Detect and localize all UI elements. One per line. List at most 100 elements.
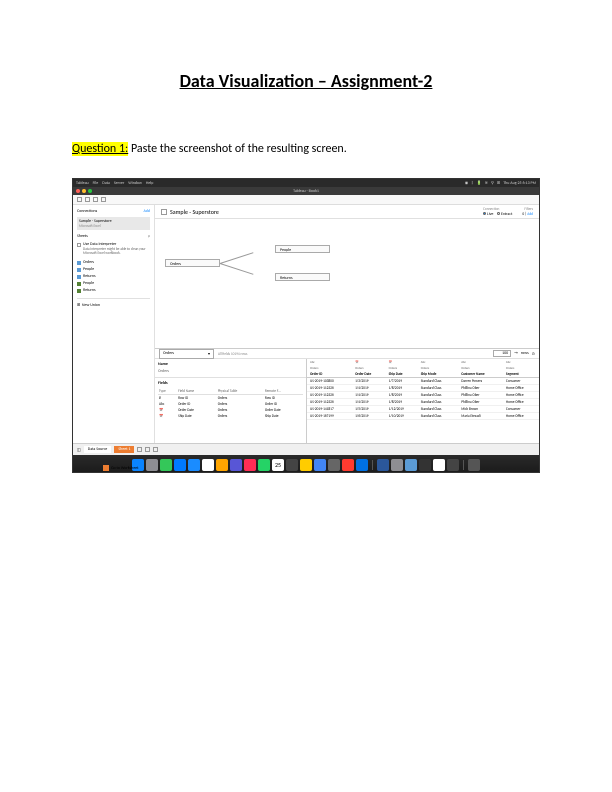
data-row: US-2019-1123261/4/20191/8/2019Standard C… bbox=[307, 392, 539, 399]
search-icon[interactable]: ⚲ bbox=[491, 180, 494, 186]
union-icon: ⊞ bbox=[77, 302, 81, 306]
menu-window[interactable]: Window bbox=[128, 181, 142, 186]
name-value: Orders bbox=[158, 369, 303, 374]
rows-input[interactable]: 100 bbox=[493, 350, 511, 357]
clock[interactable]: Thu Aug 25 6:13 PM bbox=[503, 181, 536, 186]
notes-icon[interactable] bbox=[300, 459, 312, 471]
word-icon[interactable] bbox=[377, 459, 389, 471]
calendar-icon[interactable]: 25 bbox=[272, 459, 284, 471]
control-center-icon[interactable]: ⊞ bbox=[497, 180, 500, 186]
photos-icon[interactable] bbox=[216, 459, 228, 471]
window-titlebar: Tableau - Book1 bbox=[73, 187, 539, 195]
battery-icon[interactable]: 🔋 bbox=[477, 180, 482, 186]
data-row: US-2019-1123261/4/20191/8/2019Standard C… bbox=[307, 385, 539, 392]
fields-table: Type Field Name Physical Table Remote F.… bbox=[158, 388, 303, 419]
menubar-right: ◉ ᛒ 🔋 ≋ ⚲ ⊞ Thu Aug 25 6:13 PM bbox=[465, 180, 536, 186]
table-dropdown[interactable]: Orders ▾ bbox=[159, 349, 214, 359]
live-radio[interactable] bbox=[483, 212, 486, 215]
safari-icon[interactable] bbox=[174, 459, 186, 471]
filters-add-link[interactable]: Add bbox=[527, 212, 533, 216]
maps-icon[interactable] bbox=[202, 459, 214, 471]
sheet-orders[interactable]: Orders bbox=[77, 259, 150, 266]
minimize-window-button[interactable] bbox=[82, 189, 86, 193]
macos-dock: 25 bbox=[73, 455, 539, 473]
connections-panel: Connections Add Sample - Superstore Micr… bbox=[73, 205, 155, 443]
sheet-returns-named[interactable]: Returns bbox=[77, 287, 150, 294]
grid-metadata-panel: Name Orders Fields Type Field Name Physi… bbox=[155, 359, 307, 443]
terminal-icon[interactable] bbox=[328, 459, 340, 471]
forward-icon[interactable] bbox=[85, 197, 90, 202]
join-canvas[interactable]: Orders People Returns bbox=[155, 219, 539, 348]
tableau-toolbar bbox=[73, 195, 539, 205]
name-label: Name bbox=[158, 362, 303, 367]
settings-icon[interactable] bbox=[146, 459, 158, 471]
whatsapp-icon[interactable] bbox=[258, 459, 270, 471]
interpreter-checkbox[interactable] bbox=[77, 243, 81, 247]
field-row: 📅Ship DateOrdersShip Date bbox=[158, 413, 303, 419]
extract-radio[interactable] bbox=[497, 212, 500, 215]
canvas-orders[interactable]: Orders bbox=[165, 259, 220, 267]
datasource-icon bbox=[161, 209, 167, 215]
close-window-button[interactable] bbox=[76, 189, 80, 193]
music-icon[interactable] bbox=[244, 459, 256, 471]
new-union-item[interactable]: ⊞ New Union bbox=[77, 298, 150, 308]
connection-item[interactable]: Sample - Superstore Microsoft Excel bbox=[77, 217, 150, 230]
bottom-tabs: ◫ Data Source Sheet 1 bbox=[73, 443, 539, 455]
wifi-icon[interactable]: ≋ bbox=[485, 180, 488, 186]
tableau-icon[interactable] bbox=[405, 459, 417, 471]
menu-server[interactable]: Server bbox=[114, 181, 124, 186]
shield-icon[interactable]: ◉ bbox=[465, 180, 469, 186]
datasource-header: Sample - Superstore Connection Live Extr… bbox=[155, 205, 539, 219]
chrome-icon[interactable] bbox=[314, 459, 326, 471]
named-range-icon bbox=[77, 289, 81, 293]
save-icon[interactable] bbox=[93, 197, 98, 202]
data-row: US-2019-1671991/6/20191/10/2019Standard … bbox=[307, 413, 539, 420]
facetime-icon[interactable] bbox=[230, 459, 242, 471]
tab-data-source[interactable]: Data Source bbox=[84, 446, 112, 453]
messages-icon[interactable] bbox=[160, 459, 172, 471]
datasource-title[interactable]: Sample - Superstore bbox=[170, 208, 219, 216]
menubar-left: Tableau File Data Server Window Help bbox=[76, 181, 153, 186]
sheet-returns[interactable]: Returns bbox=[77, 273, 150, 280]
menu-data[interactable]: Data bbox=[102, 181, 110, 186]
table-icon bbox=[77, 268, 81, 272]
sheet-people-named[interactable]: People bbox=[77, 280, 150, 287]
grid-more-icon[interactable]: ⊙ bbox=[532, 351, 535, 357]
canvas-people[interactable]: People bbox=[275, 245, 330, 253]
new-worksheet-icon[interactable] bbox=[137, 447, 142, 452]
join-line-people bbox=[220, 252, 254, 264]
rows-label: rows bbox=[521, 351, 529, 356]
app-icon[interactable] bbox=[419, 459, 431, 471]
chevron-down-icon: ▾ bbox=[208, 351, 210, 357]
document-icon[interactable] bbox=[433, 459, 445, 471]
question-label: Question 1: bbox=[72, 142, 128, 156]
maximize-window-button[interactable] bbox=[88, 189, 92, 193]
document-title: Data Visualization – Assignment-2 bbox=[72, 70, 540, 92]
contacts-icon[interactable] bbox=[286, 459, 298, 471]
tab-sheet-1[interactable]: Sheet 1 bbox=[114, 446, 134, 453]
sheet-people[interactable]: People bbox=[77, 266, 150, 273]
back-icon[interactable] bbox=[77, 197, 82, 202]
interpreter-help: Data Interpreter might be able to clean … bbox=[83, 247, 150, 255]
canvas-returns[interactable]: Returns bbox=[275, 273, 330, 281]
sheets-search-icon[interactable]: ρ bbox=[148, 234, 150, 239]
rows-arrow-icon[interactable]: → bbox=[514, 351, 518, 356]
refresh-icon[interactable] bbox=[101, 197, 106, 202]
join-line-returns bbox=[220, 263, 254, 275]
keynote-icon[interactable] bbox=[391, 459, 403, 471]
trash-icon[interactable] bbox=[468, 459, 480, 471]
mail-icon[interactable] bbox=[188, 459, 200, 471]
data-row: US-2019-1418171/5/20191/12/2019Standard … bbox=[307, 406, 539, 413]
add-connection-link[interactable]: Add bbox=[143, 209, 150, 214]
new-story-icon[interactable] bbox=[153, 447, 158, 452]
menu-app[interactable]: Tableau bbox=[76, 181, 89, 186]
menu-help[interactable]: Help bbox=[146, 181, 154, 186]
menu-file[interactable]: File bbox=[93, 181, 99, 186]
connection-type: Microsoft Excel bbox=[79, 224, 148, 228]
appstore-icon[interactable] bbox=[356, 459, 368, 471]
folder-icon[interactable] bbox=[447, 459, 459, 471]
itunes-icon[interactable] bbox=[342, 459, 354, 471]
traffic-lights bbox=[73, 189, 92, 193]
bluetooth-icon[interactable]: ᛒ bbox=[471, 181, 473, 186]
new-dashboard-icon[interactable] bbox=[145, 447, 150, 452]
